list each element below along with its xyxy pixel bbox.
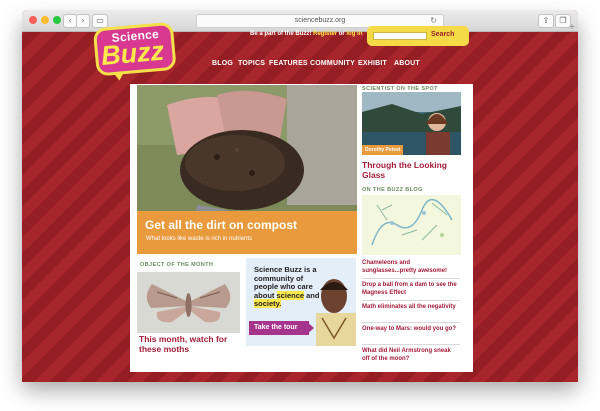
promo-text: Science Buzz is a community of people wh… <box>254 265 324 309</box>
promo-and: and <box>306 290 320 300</box>
community-promo[interactable]: Science Buzz is a community of people wh… <box>246 258 356 346</box>
hero-title[interactable]: Get all the dirt on compost <box>145 218 297 232</box>
promo-society-highlight: society. <box>254 299 282 308</box>
blog-heading: ON THE BUZZ BLOG <box>362 187 423 193</box>
url-text: sciencebuzz.org <box>294 17 346 24</box>
object-heading: OBJECT OF THE MONTH <box>140 262 214 268</box>
nav-blog[interactable]: BLOG <box>212 60 233 67</box>
take-the-tour-button[interactable]: Take the tour <box>249 321 309 335</box>
blog-divider <box>362 344 460 345</box>
object-title-link[interactable]: This month, watch for these moths <box>139 334 244 354</box>
scientist-title-link[interactable]: Through the Looking Glass <box>362 160 462 180</box>
blog-divider <box>362 300 460 301</box>
blog-illustration <box>362 195 461 255</box>
tagline-text: Be a part of the Buzz! <box>250 31 312 37</box>
search-input[interactable] <box>373 32 427 40</box>
nav-topics[interactable]: TOPICS <box>238 60 265 67</box>
blog-item-2[interactable]: Drop a ball from a dam to see the Magnes… <box>362 281 460 297</box>
blog-divider <box>362 278 460 279</box>
close-window-button[interactable] <box>29 16 37 24</box>
header-tagline: Be a part of the Buzz! Register or log i… <box>250 31 362 37</box>
blog-image[interactable] <box>362 195 461 255</box>
nav-about[interactable]: ABOUT <box>394 60 420 67</box>
new-tab-icon[interactable]: + <box>568 23 576 31</box>
blog-item-3[interactable]: Math eliminates all the negativity <box>362 303 460 311</box>
zoom-window-button[interactable] <box>53 16 61 24</box>
blog-item-4[interactable]: One-way to Mars: would you go? <box>362 325 460 333</box>
login-link[interactable]: log in <box>346 31 362 37</box>
tour-arrow-icon <box>306 321 314 335</box>
share-icon[interactable]: ⇪ <box>538 14 554 28</box>
moth-image[interactable] <box>137 272 240 333</box>
search-button[interactable]: Search <box>431 31 454 38</box>
nav-features[interactable]: FEATURES <box>269 60 308 67</box>
back-icon[interactable]: ‹ <box>63 14 77 28</box>
blog-divider <box>362 322 460 323</box>
or-text: or <box>338 31 345 37</box>
blog-item-1[interactable]: Chameleons and sunglasses...pretty aweso… <box>362 259 460 275</box>
moth-photo <box>137 272 240 333</box>
minimize-window-button[interactable] <box>41 16 49 24</box>
blog-item-5[interactable]: What did Neil Armstrong sneak off of the… <box>362 347 460 363</box>
scientist-name: Dorothy Peteet <box>362 145 403 155</box>
register-link[interactable]: Register <box>313 31 337 37</box>
forward-icon[interactable]: › <box>76 14 90 28</box>
hero-subtitle: What looks like waste is rich in nutrien… <box>146 236 253 242</box>
science-buzz-logo[interactable]: Science Buzz <box>92 21 179 83</box>
search-box: Search <box>367 26 469 46</box>
sidebar-icon[interactable]: ▭ <box>92 14 108 28</box>
nav-community[interactable]: COMMUNITY <box>310 60 355 67</box>
logo-buzz-text: Buzz <box>99 35 166 71</box>
nav-exhibit[interactable]: EXHIBIT <box>358 60 387 67</box>
